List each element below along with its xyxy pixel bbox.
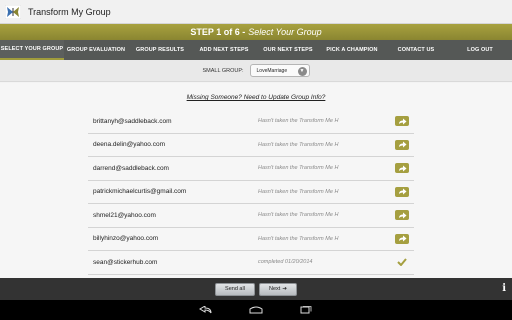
tab-contact-us[interactable]: CONTACT US xyxy=(384,40,448,60)
member-status: completed 01/20/2014 xyxy=(258,259,313,266)
update-group-info-link[interactable]: Missing Someone? Need to Update Group In… xyxy=(0,94,512,101)
arrow-right-icon: ➔ xyxy=(282,286,287,292)
member-row: deena.delin@yahoo.com Hasn't taken the T… xyxy=(88,134,414,157)
small-group-label: SMALL GROUP: xyxy=(202,67,244,74)
member-row: darrend@saddleback.com Hasn't taken the … xyxy=(88,157,414,181)
recent-apps-icon[interactable] xyxy=(281,300,331,320)
member-status: Hasn't taken the Transform Me H xyxy=(258,165,339,172)
info-icon[interactable]: i xyxy=(502,283,506,294)
forward-arrow-icon[interactable] xyxy=(395,186,409,197)
member-status: Hasn't taken the Transform Me H xyxy=(258,235,339,242)
tab-log-out[interactable]: LOG OUT xyxy=(448,40,512,60)
tab-bar: SELECT YOUR GROUP GROUP EVALUATION GROUP… xyxy=(0,40,512,60)
home-icon[interactable] xyxy=(231,300,281,320)
member-row: brittanyh@saddleback.com Hasn't taken th… xyxy=(88,110,414,134)
tab-group-results[interactable]: GROUP RESULTS xyxy=(128,40,192,60)
member-row: patrickmichaelcurtis@gmail.com Hasn't ta… xyxy=(88,181,414,204)
system-nav-bar xyxy=(0,300,512,320)
group-selector-bar: SMALL GROUP: LoveMarriage ▼ xyxy=(0,60,512,82)
member-email: darrend@saddleback.com xyxy=(93,164,169,172)
tab-add-next-steps[interactable]: ADD NEXT STEPS xyxy=(192,40,256,60)
member-row: billyhinzo@yahoo.com Hasn't taken the Tr… xyxy=(88,228,414,251)
step-header: STEP 1 of 6 - Select Your Group xyxy=(0,24,512,40)
forward-arrow-icon[interactable] xyxy=(395,163,409,174)
tab-pick-a-champion[interactable]: PICK A CHAMPION xyxy=(320,40,384,60)
next-button-label: Next xyxy=(269,286,281,292)
member-email: deena.delin@yahoo.com xyxy=(93,141,166,149)
small-group-select[interactable]: LoveMarriage ▼ xyxy=(249,64,310,77)
tab-group-evaluation[interactable]: GROUP EVALUATION xyxy=(64,40,128,60)
forward-arrow-icon[interactable] xyxy=(395,233,409,244)
member-row: sean@stickerhub.com completed 01/20/2014 xyxy=(88,251,414,275)
checkmark-icon xyxy=(395,258,409,267)
member-status: Hasn't taken the Transform Me H xyxy=(258,188,339,195)
member-email: shmel21@yahoo.com xyxy=(93,211,156,219)
send-all-button[interactable]: Send all xyxy=(215,282,255,296)
member-email: patrickmichaelcurtis@gmail.com xyxy=(93,188,187,196)
member-row: shmel21@yahoo.com Hasn't taken the Trans… xyxy=(88,204,414,228)
member-status: Hasn't taken the Transform Me H xyxy=(258,212,339,219)
member-email: brittanyh@saddleback.com xyxy=(93,117,172,125)
member-list-panel: Missing Someone? Need to Update Group In… xyxy=(0,83,512,278)
app-bar: Transform My Group xyxy=(0,0,512,24)
forward-arrow-icon[interactable] xyxy=(395,116,409,127)
member-status: Hasn't taken the Transform Me H xyxy=(258,141,339,148)
forward-arrow-icon[interactable] xyxy=(395,210,409,221)
step-label: STEP 1 of 6 - xyxy=(190,27,246,37)
member-status: Hasn't taken the Transform Me H xyxy=(258,118,339,125)
forward-arrow-icon[interactable] xyxy=(395,139,409,150)
next-button[interactable]: Next ➔ xyxy=(259,282,297,296)
chevron-down-icon: ▼ xyxy=(297,66,307,76)
app-title: Transform My Group xyxy=(28,6,111,17)
back-icon[interactable] xyxy=(181,300,231,320)
butterfly-icon xyxy=(4,3,22,21)
member-email: billyhinzo@yahoo.com xyxy=(93,235,159,243)
tab-select-your-group[interactable]: SELECT YOUR GROUP xyxy=(0,40,64,60)
tab-our-next-steps[interactable]: OUR NEXT STEPS xyxy=(256,40,320,60)
step-subtitle: Select Your Group xyxy=(248,27,322,37)
member-email: sean@stickerhub.com xyxy=(93,258,158,266)
small-group-value: LoveMarriage xyxy=(256,67,288,74)
bottom-action-bar: Send all Next ➔ i xyxy=(0,278,512,300)
